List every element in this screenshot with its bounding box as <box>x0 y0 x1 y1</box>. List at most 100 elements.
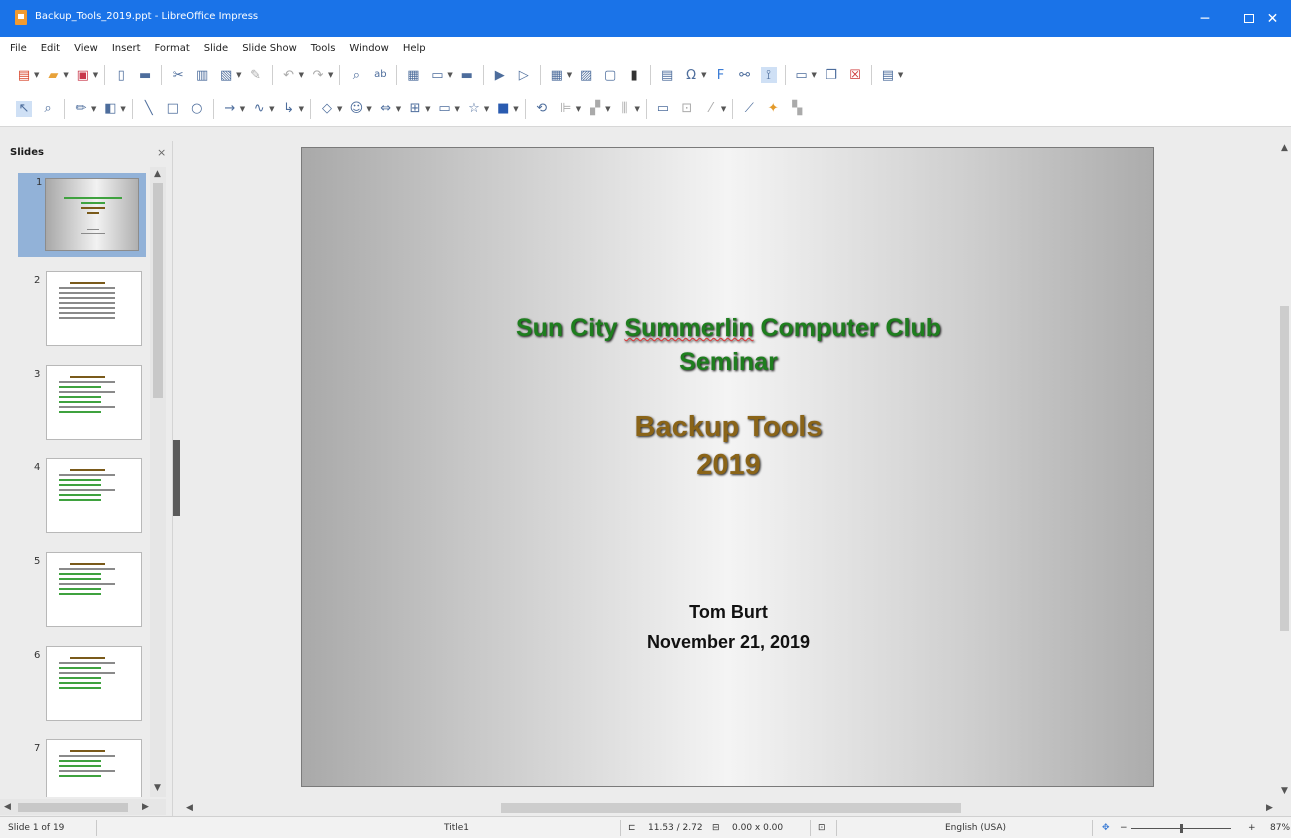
chevron-down-icon[interactable]: ▼ <box>269 105 274 113</box>
chevron-down-icon[interactable]: ▼ <box>366 105 371 113</box>
fontwork-icon[interactable]: F <box>713 67 729 83</box>
ellipse-icon[interactable]: ○ <box>189 101 205 117</box>
curve-icon[interactable]: ∿ <box>251 101 267 117</box>
stars-icon[interactable]: ☆ <box>466 101 482 117</box>
menu-edit[interactable]: Edit <box>41 43 60 54</box>
slide-subtitle-line-2[interactable]: 2019 <box>302 447 1155 484</box>
document-modified-icon[interactable]: ⊡ <box>818 823 826 833</box>
filter-icon[interactable]: ⁄ <box>703 101 719 117</box>
main-vertical-scrollbar[interactable]: ▲ ▼ <box>1278 141 1291 800</box>
extrusion-icon[interactable]: ▚ <box>789 101 805 117</box>
scroll-up-icon[interactable]: ▲ <box>1281 143 1288 153</box>
insert-chart-icon[interactable]: ▮ <box>626 67 642 83</box>
slide-title-line-2[interactable]: Seminar <box>302 345 1155 379</box>
chevron-down-icon[interactable]: ▼ <box>701 71 706 79</box>
minimize-button[interactable]: ─ <box>1183 0 1227 37</box>
arrow-line-icon[interactable]: → <box>222 101 238 117</box>
symbol-shapes-icon[interactable]: ☺ <box>348 101 364 117</box>
slide-canvas[interactable]: Sun City Summerlin Computer Club Seminar… <box>301 147 1154 787</box>
open-folder-icon[interactable]: ▰ <box>45 67 61 83</box>
chevron-down-icon[interactable]: ▼ <box>396 105 401 113</box>
scroll-down-icon[interactable]: ▼ <box>154 783 161 793</box>
slide-thumbnail-1[interactable]: 1 <box>0 173 150 257</box>
slide-layout-icon[interactable]: ▤ <box>880 67 896 83</box>
menu-slide-show[interactable]: Slide Show <box>242 43 297 54</box>
insert-image-icon[interactable]: ▨ <box>578 67 594 83</box>
menu-slide[interactable]: Slide <box>204 43 228 54</box>
start-first-slide-icon[interactable]: ▶ <box>492 67 508 83</box>
slide-thumbnail-5[interactable]: 5 <box>0 552 150 632</box>
insert-textbox-icon[interactable]: ▤ <box>659 67 675 83</box>
callouts-icon[interactable]: ▭ <box>437 101 453 117</box>
zoom-in-button[interactable]: + <box>1248 823 1256 833</box>
scroll-up-icon[interactable]: ▲ <box>154 169 161 179</box>
basic-shapes-icon[interactable]: ◇ <box>319 101 335 117</box>
menu-window[interactable]: Window <box>349 43 388 54</box>
select-icon[interactable]: ↖ <box>16 100 32 117</box>
block-arrows-icon[interactable]: ⇔ <box>378 101 394 117</box>
connector-icon[interactable]: ↳ <box>281 101 297 117</box>
menu-tools[interactable]: Tools <box>311 43 336 54</box>
chevron-down-icon[interactable]: ▼ <box>513 105 518 113</box>
delete-slide-icon[interactable]: ☒ <box>847 67 863 83</box>
chevron-down-icon[interactable]: ▼ <box>425 105 430 113</box>
clone-format-icon[interactable]: ✎ <box>248 67 264 83</box>
chevron-down-icon[interactable]: ▼ <box>898 71 903 79</box>
chevron-down-icon[interactable]: ▼ <box>455 105 460 113</box>
slide-thumbnail-3[interactable]: 3 <box>0 365 150 445</box>
slides-panel-close-button[interactable]: × <box>157 146 166 159</box>
duplicate-slide-icon[interactable]: ❐ <box>823 67 839 83</box>
line-icon[interactable]: ╲ <box>141 101 157 117</box>
distribute-icon[interactable]: ⫼ <box>616 101 632 117</box>
scroll-down-icon[interactable]: ▼ <box>1281 786 1288 796</box>
slide-thumbnail-4[interactable]: 4 <box>0 458 150 538</box>
display-grid-icon[interactable]: ▦ <box>405 67 421 83</box>
display-views-icon[interactable]: ▭ <box>429 67 445 83</box>
slide-thumbnail-7[interactable]: 7 <box>0 739 150 797</box>
insert-media-icon[interactable]: ▢ <box>602 67 618 83</box>
close-button[interactable]: ✕ <box>1254 0 1291 37</box>
new-slide-icon[interactable]: ▭ <box>794 67 810 83</box>
master-slide-icon[interactable]: ▬ <box>459 67 475 83</box>
chevron-down-icon[interactable]: ▼ <box>236 71 241 79</box>
scroll-right-icon[interactable]: ▶ <box>142 802 149 812</box>
scrollbar-thumb[interactable] <box>18 803 128 812</box>
chevron-down-icon[interactable]: ▼ <box>299 71 304 79</box>
main-horizontal-scrollbar[interactable]: ◀ ▶ <box>181 800 1278 816</box>
glue-points-icon[interactable]: ✦ <box>765 101 781 117</box>
chevron-down-icon[interactable]: ▼ <box>634 105 639 113</box>
special-character-icon[interactable]: Ω <box>683 67 699 83</box>
crop-icon[interactable]: ⊡ <box>679 101 695 117</box>
3d-objects-icon[interactable]: ■ <box>495 101 511 117</box>
spelling-icon[interactable]: ab <box>372 67 388 83</box>
line-color-icon[interactable]: ✏ <box>73 101 89 117</box>
rectangle-icon[interactable]: □ <box>165 101 181 117</box>
chevron-down-icon[interactable]: ▼ <box>567 71 572 79</box>
show-draw-functions-icon[interactable]: ⟟ <box>760 67 777 83</box>
chevron-down-icon[interactable]: ▼ <box>120 105 125 113</box>
paste-icon[interactable]: ▧ <box>218 67 234 83</box>
chevron-down-icon[interactable]: ▼ <box>447 71 452 79</box>
menu-format[interactable]: Format <box>155 43 190 54</box>
slide-thumbnail-list[interactable]: 1 2 3 4 5 6 7 <box>0 167 150 797</box>
menu-insert[interactable]: Insert <box>112 43 141 54</box>
chevron-down-icon[interactable]: ▼ <box>91 105 96 113</box>
chevron-down-icon[interactable]: ▼ <box>299 105 304 113</box>
scroll-right-icon[interactable]: ▶ <box>1266 803 1273 813</box>
language-status[interactable]: English (USA) <box>945 823 1006 833</box>
copy-icon[interactable]: ▥ <box>194 67 210 83</box>
chevron-down-icon[interactable]: ▼ <box>328 71 333 79</box>
undo-icon[interactable]: ↶ <box>281 67 297 83</box>
cut-icon[interactable]: ✂ <box>170 67 186 83</box>
new-doc-icon[interactable]: ▤ <box>16 67 32 83</box>
menu-help[interactable]: Help <box>403 43 426 54</box>
slide-date[interactable]: November 21, 2019 <box>302 628 1155 657</box>
slide-title-line-1[interactable]: Sun City Summerlin Computer Club <box>302 311 1155 345</box>
chevron-down-icon[interactable]: ▼ <box>812 71 817 79</box>
print-icon[interactable]: ▬ <box>137 67 153 83</box>
chevron-down-icon[interactable]: ▼ <box>63 71 68 79</box>
align-icon[interactable]: ⊫ <box>558 101 574 117</box>
start-current-slide-icon[interactable]: ▷ <box>516 67 532 83</box>
save-icon[interactable]: ▣ <box>75 67 91 83</box>
insert-table-icon[interactable]: ▦ <box>549 67 565 83</box>
